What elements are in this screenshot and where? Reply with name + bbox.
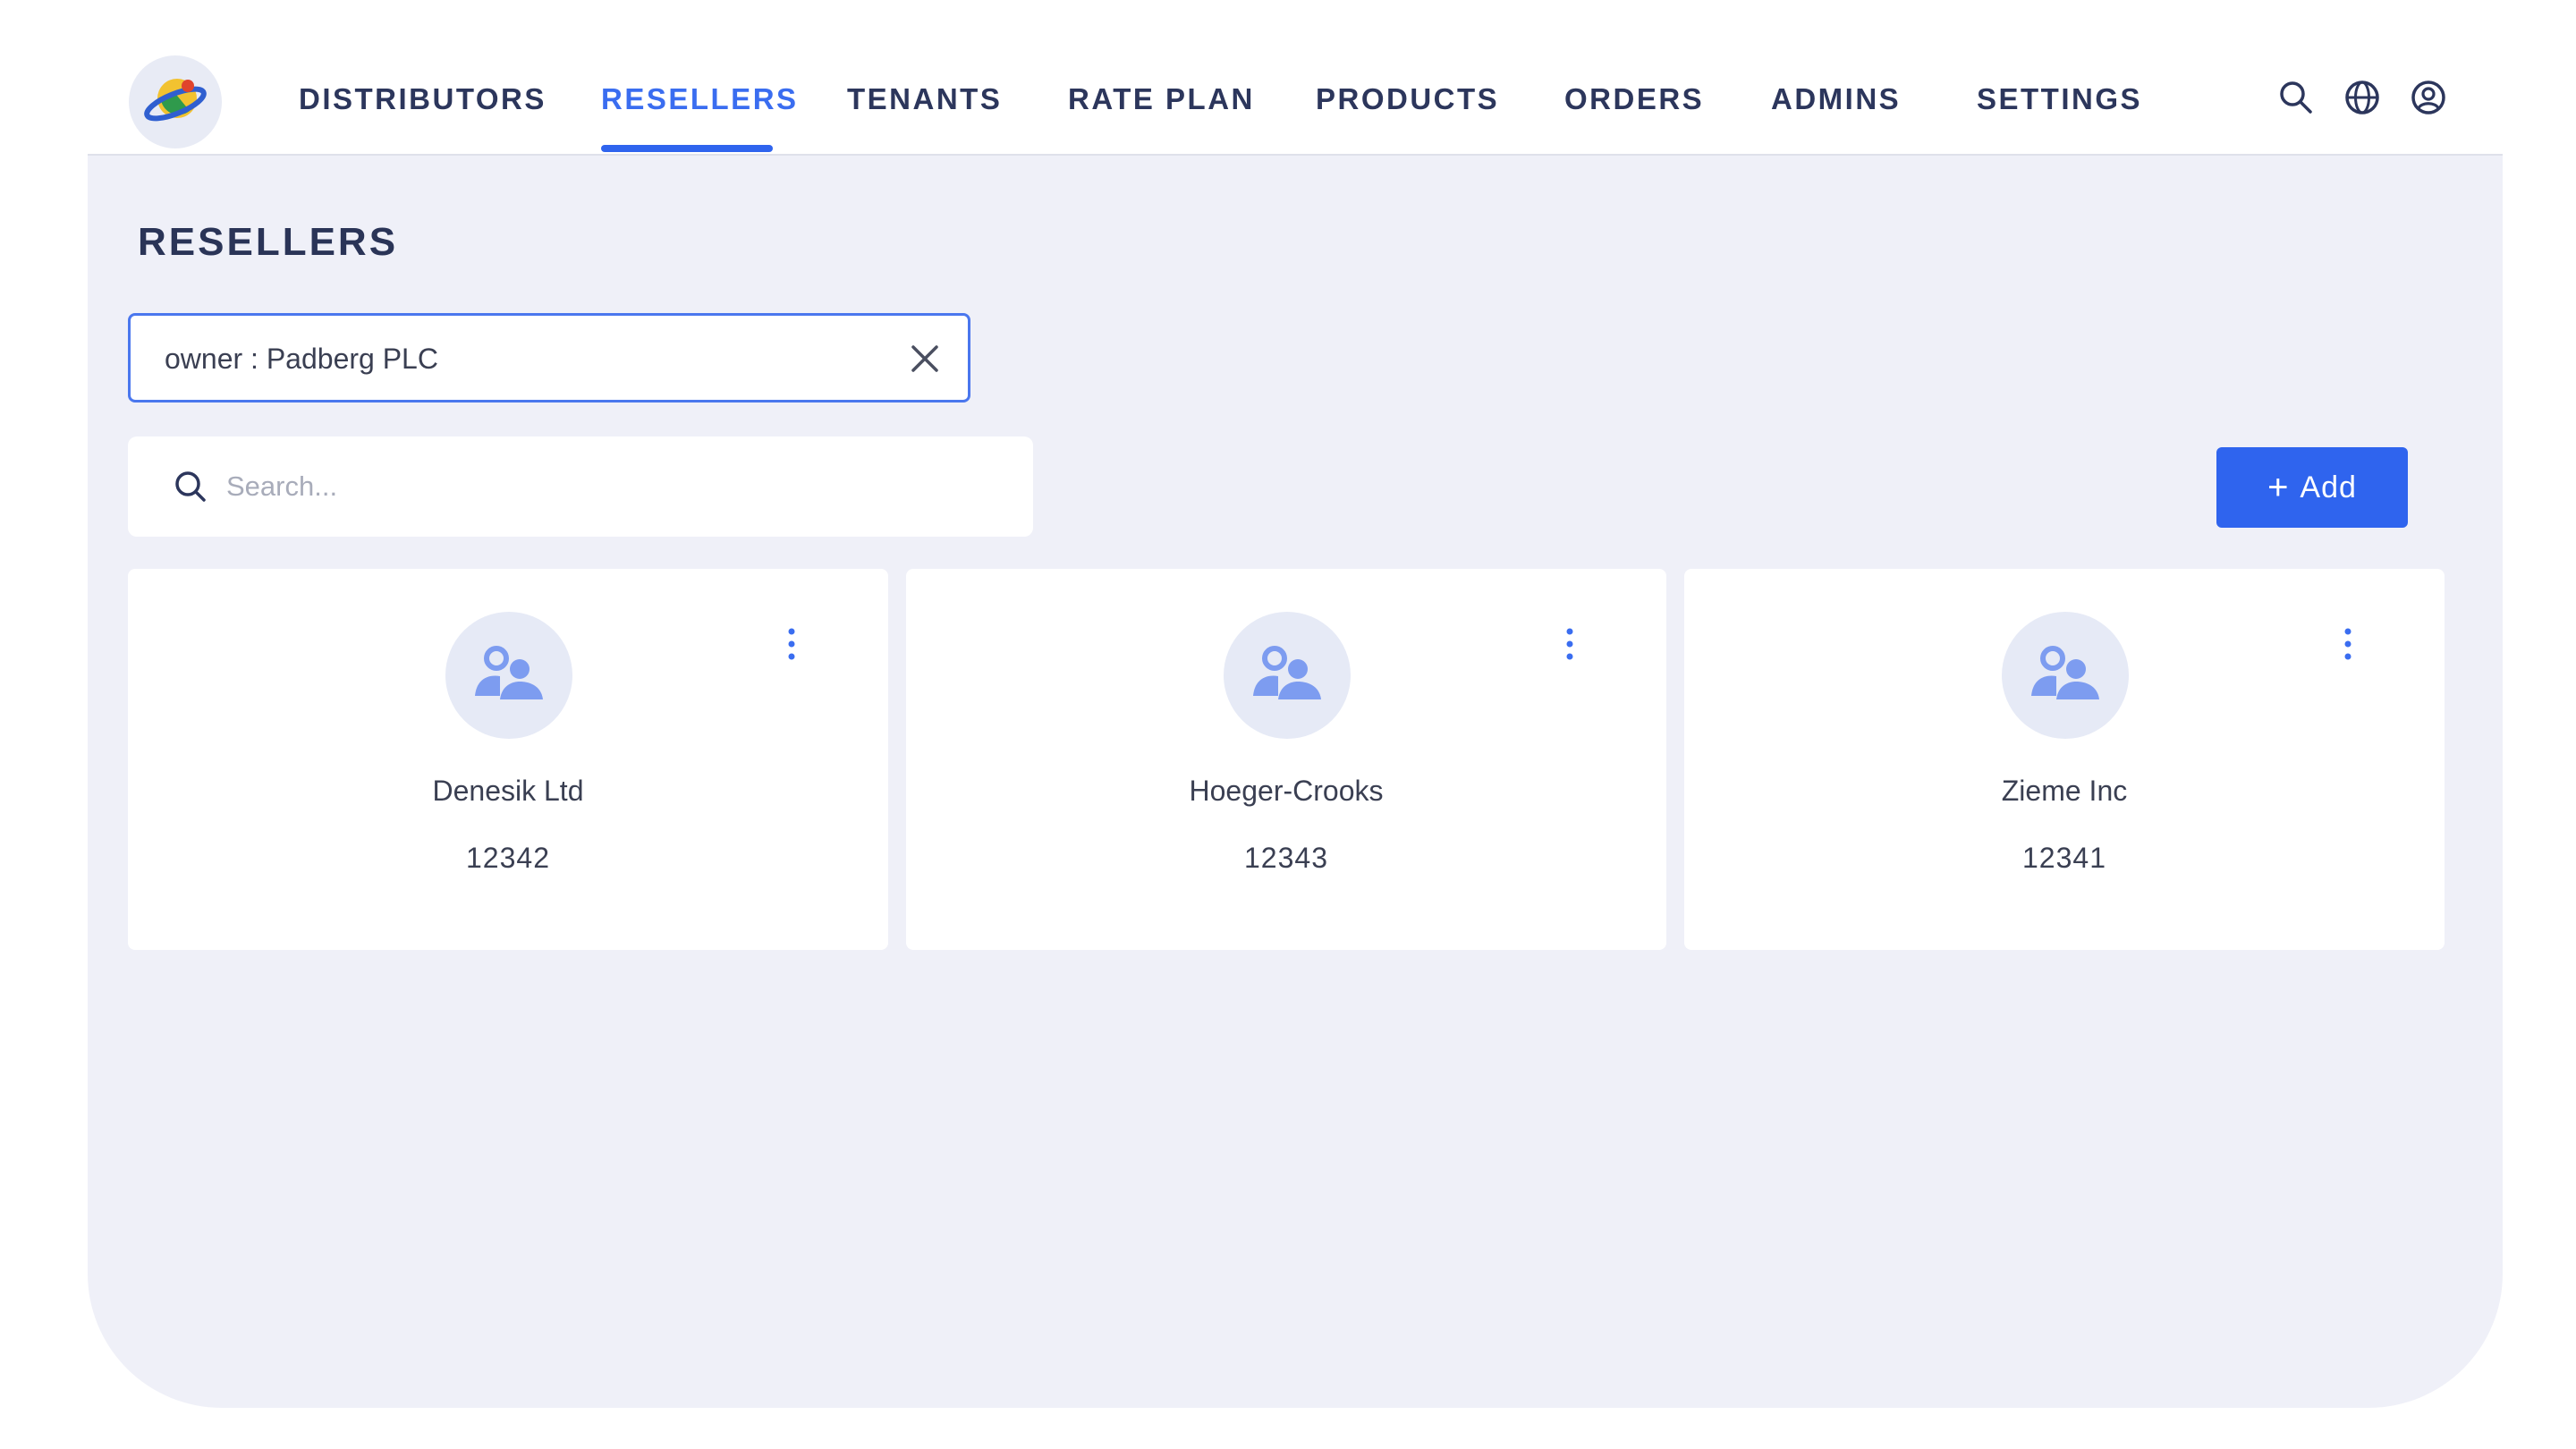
reseller-id: 12343 xyxy=(1244,842,1328,874)
add-reseller-button[interactable]: + Add xyxy=(2216,447,2408,528)
top-navigation-bar: DISTRIBUTORS RESELLERS TENANTS RATE PLAN… xyxy=(88,0,2503,156)
nav-resellers[interactable]: RESELLERS xyxy=(601,82,799,116)
search-input[interactable] xyxy=(225,458,994,515)
more-options-icon[interactable] xyxy=(2337,626,2359,662)
avatar xyxy=(445,612,572,739)
users-group-icon xyxy=(1253,646,1321,699)
reseller-name: Hoeger-Crooks xyxy=(1189,775,1384,807)
reseller-card[interactable]: Hoeger-Crooks 12343 xyxy=(906,569,1666,950)
nav-products[interactable]: PRODUCTS xyxy=(1316,82,1499,116)
avatar xyxy=(1224,612,1351,739)
nav-admins[interactable]: ADMINS xyxy=(1771,82,1901,116)
users-group-icon xyxy=(475,646,543,699)
app-window: DISTRIBUTORS RESELLERS TENANTS RATE PLAN… xyxy=(88,0,2503,1408)
search-bar xyxy=(128,436,1033,537)
reseller-card[interactable]: Zieme Inc 12341 xyxy=(1684,569,2445,950)
main-nav: DISTRIBUTORS RESELLERS TENANTS RATE PLAN… xyxy=(88,0,2503,156)
more-options-icon[interactable] xyxy=(1559,626,1580,662)
user-account-icon[interactable] xyxy=(2410,79,2447,116)
nav-settings[interactable]: SETTINGS xyxy=(1977,82,2142,116)
active-filter[interactable]: owner : Padberg PLC xyxy=(128,313,970,402)
more-options-icon[interactable] xyxy=(781,626,802,662)
search-icon xyxy=(173,469,208,504)
users-group-icon xyxy=(2031,646,2099,699)
reseller-id: 12341 xyxy=(2022,842,2106,874)
search-icon[interactable] xyxy=(2277,79,2315,116)
filter-text: owner : Padberg PLC xyxy=(165,343,438,375)
plus-icon: + xyxy=(2267,468,2290,507)
nav-tenants[interactable]: TENANTS xyxy=(847,82,1002,116)
reseller-card[interactable]: Denesik Ltd 12342 xyxy=(128,569,888,950)
globe-icon[interactable] xyxy=(2343,79,2381,116)
avatar xyxy=(2002,612,2129,739)
close-icon[interactable] xyxy=(909,343,941,375)
nav-rate-plan[interactable]: RATE PLAN xyxy=(1068,82,1255,116)
nav-distributors[interactable]: DISTRIBUTORS xyxy=(299,82,547,116)
page-title: RESELLERS xyxy=(138,220,399,264)
active-tab-indicator xyxy=(601,145,773,152)
reseller-id: 12342 xyxy=(466,842,550,874)
add-button-label: Add xyxy=(2300,470,2357,504)
reseller-name: Denesik Ltd xyxy=(432,775,584,807)
reseller-name: Zieme Inc xyxy=(2001,775,2128,807)
nav-orders[interactable]: ORDERS xyxy=(1564,82,1704,116)
